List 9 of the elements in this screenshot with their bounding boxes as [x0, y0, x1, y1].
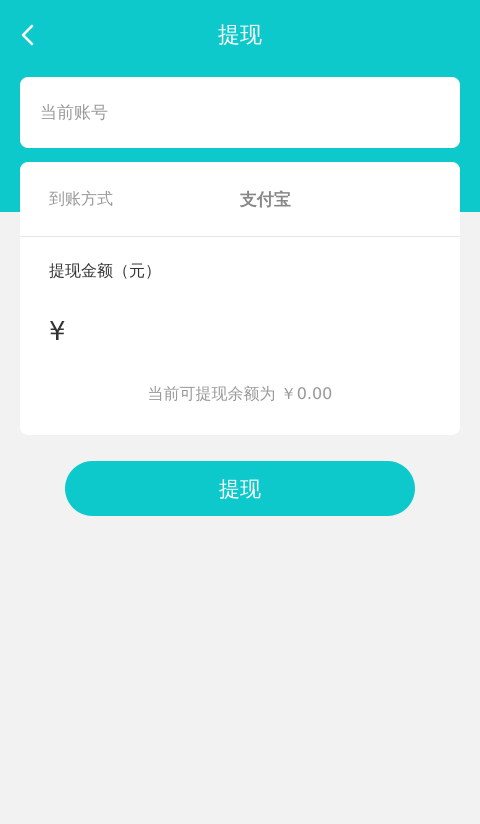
withdraw-button[interactable]: 提现 [65, 461, 415, 516]
balance-text: 当前可提现余额为 ￥0.00 [148, 384, 332, 405]
method-value: 支付宝 [240, 188, 291, 210]
method-label: 到账方式 [49, 188, 114, 210]
back-icon[interactable] [20, 24, 34, 46]
currency-symbol: ¥ [49, 317, 66, 347]
account-field[interactable]: 当前账号 [20, 77, 460, 148]
page-title: 提现 [218, 22, 262, 50]
amount-label: 提现金额（元） [49, 261, 162, 282]
